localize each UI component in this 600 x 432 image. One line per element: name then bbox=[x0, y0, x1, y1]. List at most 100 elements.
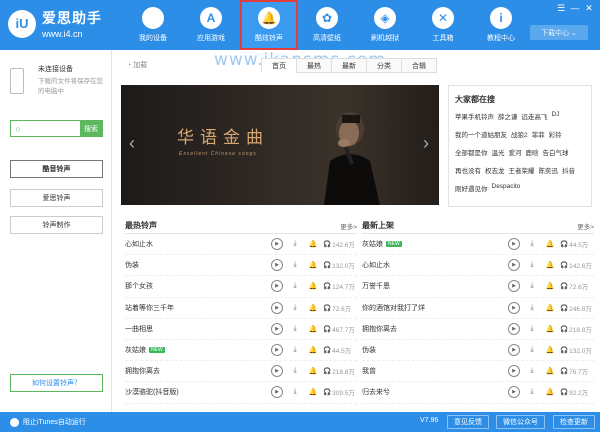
new-list-more-link[interactable]: 更多> bbox=[577, 221, 594, 231]
song-name[interactable]: 万誉千恩 bbox=[362, 281, 390, 291]
play-icon[interactable]: ▶ bbox=[271, 238, 283, 251]
hot-search-tag[interactable]: 鹿晗 bbox=[526, 147, 539, 157]
hot-search-tag[interactable]: 王者荣耀 bbox=[509, 165, 535, 175]
next-arrow-icon[interactable]: › bbox=[419, 130, 433, 156]
feedback-button[interactable]: 意见反馈 bbox=[447, 415, 489, 429]
song-name[interactable]: 那个女孩 bbox=[125, 281, 153, 291]
play-icon[interactable]: ▶ bbox=[271, 322, 283, 335]
hot-search-tag[interactable]: 苹果手机铃声 bbox=[455, 111, 494, 121]
bell-icon[interactable]: 🔔 bbox=[307, 259, 319, 271]
play-icon[interactable]: ▶ bbox=[508, 322, 520, 335]
song-name[interactable]: 归去来兮 bbox=[362, 387, 390, 397]
download-icon[interactable]: ⤓ bbox=[289, 280, 301, 292]
menu-icon[interactable]: ☰ bbox=[556, 3, 566, 14]
download-icon[interactable]: ⤓ bbox=[526, 302, 538, 314]
hot-search-tag[interactable]: 再也没有 bbox=[455, 165, 481, 175]
download-icon[interactable]: ⤓ bbox=[526, 259, 538, 271]
song-name[interactable]: 灰姑娘 bbox=[362, 239, 383, 249]
bell-icon[interactable]: 🔔 bbox=[544, 323, 556, 335]
tab-0[interactable]: 首页 bbox=[261, 58, 297, 73]
play-icon[interactable]: ▶ bbox=[508, 259, 520, 272]
bell-icon[interactable]: 🔔 bbox=[544, 259, 556, 271]
bell-icon[interactable]: 🔔 bbox=[307, 386, 319, 398]
song-name[interactable]: 灰姑娘 bbox=[125, 345, 146, 355]
search-button[interactable]: 搜索 bbox=[80, 121, 102, 136]
play-icon[interactable]: ▶ bbox=[508, 365, 520, 378]
play-icon[interactable]: ▶ bbox=[271, 259, 283, 272]
nav-tab-3[interactable]: ✿ 高清壁纸 bbox=[298, 0, 356, 50]
song-name[interactable]: 一曲相思 bbox=[125, 324, 153, 334]
prev-arrow-icon[interactable]: ‹ bbox=[125, 130, 139, 156]
song-name[interactable]: 拥抱你离去 bbox=[125, 366, 160, 376]
song-name[interactable]: 心如止水 bbox=[125, 239, 153, 249]
play-icon[interactable]: ▶ bbox=[508, 301, 520, 314]
song-name[interactable]: 我曾 bbox=[362, 366, 376, 376]
sidebar-item-aisi[interactable]: 爱思铃声 bbox=[10, 189, 103, 207]
nav-tab-0[interactable]: 我的设备 bbox=[124, 0, 182, 50]
download-icon[interactable]: ⤓ bbox=[289, 344, 301, 356]
bell-icon[interactable]: 🔔 bbox=[544, 280, 556, 292]
hot-search-tag[interactable]: 全部都是你 bbox=[455, 147, 488, 157]
update-button[interactable]: 检查更新 bbox=[553, 415, 595, 429]
download-icon[interactable]: ⤓ bbox=[526, 386, 538, 398]
song-name[interactable]: 拥抱你离去 bbox=[362, 324, 397, 334]
download-icon[interactable]: ⤓ bbox=[526, 344, 538, 356]
download-icon[interactable]: ⤓ bbox=[289, 302, 301, 314]
tab-4[interactable]: 合辑 bbox=[401, 58, 437, 73]
bell-icon[interactable]: 🔔 bbox=[307, 302, 319, 314]
nav-tab-4[interactable]: ◈ 刷机越狱 bbox=[356, 0, 414, 50]
hot-search-tag[interactable]: 远走高飞 bbox=[522, 111, 548, 121]
song-name[interactable]: 伪装 bbox=[362, 345, 376, 355]
help-button[interactable]: 如何设置铃声？ bbox=[10, 374, 103, 392]
hot-search-tag[interactable]: 告白气球 bbox=[543, 147, 569, 157]
tab-3[interactable]: 分类 bbox=[366, 58, 402, 73]
play-icon[interactable]: ▶ bbox=[508, 386, 520, 399]
sidebar-item-maker[interactable]: 铃声制作 bbox=[10, 216, 103, 234]
play-icon[interactable]: ▶ bbox=[508, 238, 520, 251]
close-icon[interactable]: ✕ bbox=[584, 3, 594, 14]
hot-search-tag[interactable]: 爱河 bbox=[509, 147, 522, 157]
play-icon[interactable]: ▶ bbox=[508, 344, 520, 357]
bell-icon[interactable]: 🔔 bbox=[544, 302, 556, 314]
play-icon[interactable]: ▶ bbox=[271, 386, 283, 399]
bell-icon[interactable]: 🔔 bbox=[544, 386, 556, 398]
hot-list-more-link[interactable]: 更多> bbox=[340, 221, 357, 231]
bell-icon[interactable]: 🔔 bbox=[544, 344, 556, 356]
download-icon[interactable]: ⤓ bbox=[289, 365, 301, 377]
bell-icon[interactable]: 🔔 bbox=[307, 238, 319, 250]
hot-search-tag[interactable]: 彩铃 bbox=[549, 129, 562, 139]
download-icon[interactable]: ⤓ bbox=[526, 365, 538, 377]
hot-search-tag[interactable]: Despacito bbox=[492, 183, 521, 193]
bell-icon[interactable]: 🔔 bbox=[307, 344, 319, 356]
hot-search-tag[interactable]: 菲菲 bbox=[532, 129, 545, 139]
download-icon[interactable]: ⤓ bbox=[289, 259, 301, 271]
song-name[interactable]: 站着等你三千年 bbox=[125, 303, 174, 313]
play-icon[interactable]: ▶ bbox=[271, 365, 283, 378]
wechat-button[interactable]: 微信公众号 bbox=[496, 415, 545, 429]
nav-tab-6[interactable]: i 教程中心 bbox=[472, 0, 530, 50]
download-icon[interactable]: ⤓ bbox=[289, 323, 301, 335]
hot-search-tag[interactable]: 薛之谦 bbox=[498, 111, 518, 121]
hot-search-tag[interactable]: DJ bbox=[552, 111, 560, 121]
minimize-icon[interactable]: — bbox=[570, 3, 580, 14]
download-icon[interactable]: ⤓ bbox=[289, 238, 301, 250]
tab-1[interactable]: 最热 bbox=[296, 58, 332, 73]
download-icon[interactable]: ⤓ bbox=[289, 386, 301, 398]
hot-search-tag[interactable]: 刚好遇见你 bbox=[455, 183, 488, 193]
tab-2[interactable]: 最新 bbox=[331, 58, 367, 73]
play-icon[interactable]: ▶ bbox=[271, 280, 283, 293]
song-name[interactable]: 沙漠骆驼(抖音版) bbox=[125, 387, 179, 397]
hot-search-tag[interactable]: 抖音 bbox=[562, 165, 575, 175]
banner[interactable]: ‹ 华语金曲 Excellent Chinese songs › bbox=[121, 85, 439, 205]
play-icon[interactable]: ▶ bbox=[271, 301, 283, 314]
hot-search-tag[interactable]: 权志龙 bbox=[485, 165, 505, 175]
nav-tab-5[interactable]: ✕ 工具箱 bbox=[414, 0, 472, 50]
song-name[interactable]: 伪装 bbox=[125, 260, 139, 270]
hot-search-tag[interactable]: 陈奕迅 bbox=[539, 165, 559, 175]
bell-icon[interactable]: 🔔 bbox=[307, 280, 319, 292]
bell-icon[interactable]: 🔔 bbox=[307, 365, 319, 377]
download-icon[interactable]: ⤓ bbox=[526, 323, 538, 335]
sidebar-item-kuyin[interactable]: 酷音铃声 bbox=[10, 160, 103, 178]
hot-search-tag[interactable]: 我的一个道姑朋友 bbox=[455, 129, 507, 139]
play-icon[interactable]: ▶ bbox=[271, 344, 283, 357]
